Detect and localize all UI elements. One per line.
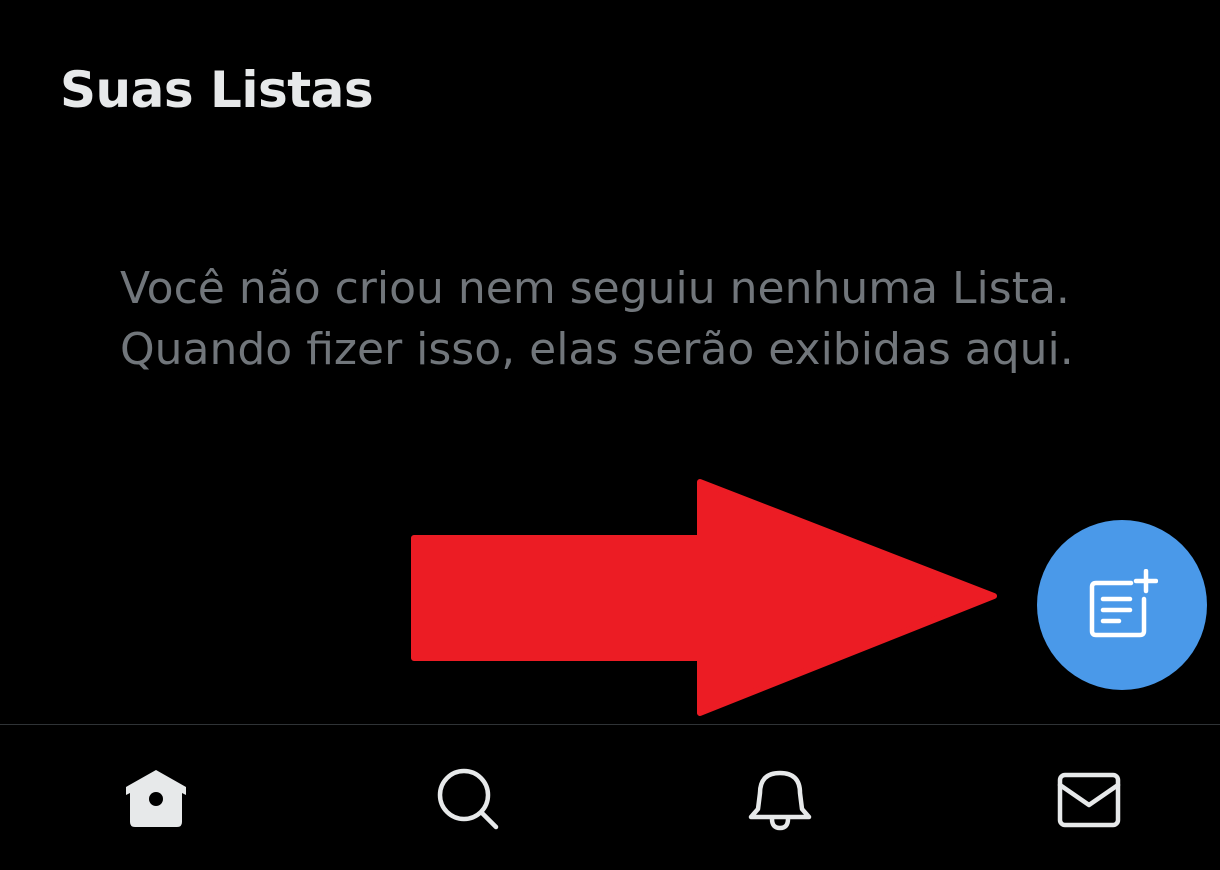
empty-state-message: Você não criou nem seguiu nenhuma Lista.… <box>120 258 1120 380</box>
mail-icon <box>1057 772 1121 828</box>
home-icon <box>126 770 186 827</box>
nav-search[interactable] <box>436 767 500 831</box>
new-list-icon <box>1089 569 1158 638</box>
empty-state-line-2: Quando fizer isso, elas serão exibidas a… <box>120 324 1074 375</box>
page-title: Suas Listas <box>60 61 374 119</box>
search-icon <box>437 768 499 830</box>
bottom-navigation <box>0 724 1220 870</box>
red-arrow-annotation <box>411 479 997 716</box>
nav-messages[interactable] <box>1057 767 1121 831</box>
nav-home[interactable] <box>124 767 188 831</box>
create-list-button[interactable] <box>1037 520 1207 690</box>
nav-notifications[interactable] <box>748 767 812 831</box>
empty-state-line-1: Você não criou nem seguiu nenhuma Lista. <box>120 263 1070 314</box>
red-arrow-shape <box>411 479 997 716</box>
bell-icon <box>748 770 812 831</box>
